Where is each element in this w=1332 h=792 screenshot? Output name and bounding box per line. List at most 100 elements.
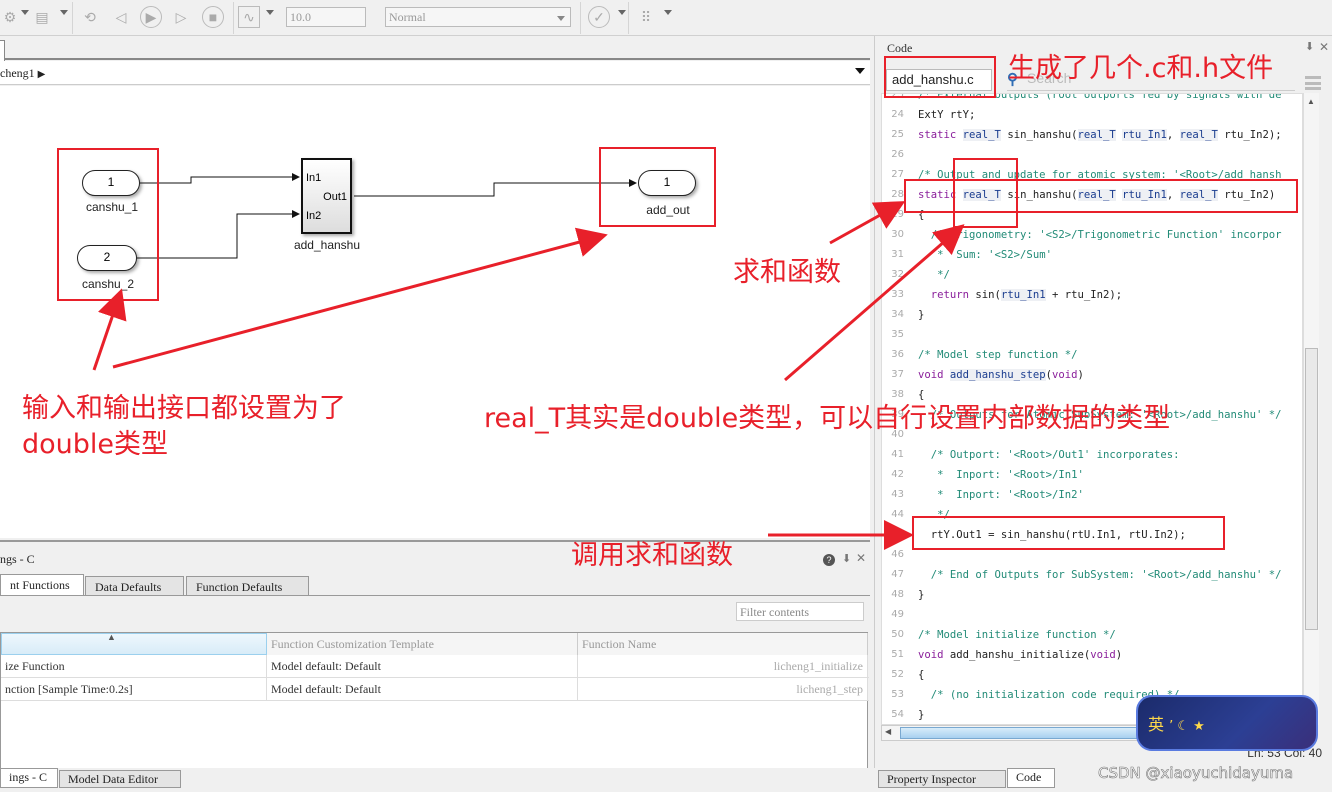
code-line[interactable]: 48} (882, 585, 1302, 605)
step-back-icon[interactable]: ◁ (110, 6, 132, 28)
stop-time-field[interactable]: 10.0 (286, 7, 366, 27)
code-line[interactable]: 52 { (882, 665, 1302, 685)
chevron-down-icon[interactable] (60, 10, 68, 15)
run-icon[interactable]: ▶ (140, 6, 162, 28)
subsystem-port-in2: In2 (306, 210, 322, 222)
sum-function-note: 求和函数 (733, 257, 841, 288)
subsystem-label: add_hanshu (293, 238, 361, 252)
build-icon[interactable]: ⠿ (635, 6, 657, 28)
scope-icon[interactable]: ∿ (238, 6, 260, 28)
table-row[interactable]: nction [Sample Time:0.2s] Model default:… (1, 678, 869, 701)
vertical-scrollbar[interactable]: ▲ (1303, 93, 1319, 725)
code-line[interactable]: 43 * Inport: '<Root>/In2' (882, 485, 1302, 505)
code-line[interactable]: 26 (882, 145, 1302, 165)
help-icon[interactable]: ? (823, 554, 835, 566)
scroll-thumb[interactable] (1305, 348, 1318, 630)
code-line[interactable]: 41 /* Outport: '<Root>/Out1' incorporate… (882, 445, 1302, 465)
column-header-source[interactable]: ▲ (1, 632, 267, 655)
step-forward-icon[interactable]: ▷ (170, 6, 192, 28)
chevron-down-icon[interactable] (855, 68, 865, 74)
cell-source: ize Function (1, 655, 267, 678)
cell-template[interactable]: Model default: Default (267, 678, 578, 701)
column-header-function-name[interactable]: Function Name (578, 633, 868, 655)
subsystem-block[interactable]: In1 Out1 In2 (301, 158, 352, 234)
breadcrumb: cheng1 ▶ (0, 61, 870, 85)
cell-function-name[interactable]: licheng1_step (578, 678, 868, 701)
code-line[interactable]: 30 /* Trigonometry: '<S2>/Trigonometric … (882, 225, 1302, 245)
line-number: 49 (891, 609, 904, 620)
line-number: 46 (891, 549, 904, 560)
stop-icon[interactable]: ■ (202, 6, 224, 28)
code-line[interactable]: 47 /* End of Outputs for SubSystem: '<Ro… (882, 565, 1302, 585)
check-icon[interactable]: ✓ (588, 6, 610, 28)
line-number: 26 (891, 149, 904, 160)
code-line[interactable]: 25 static real_T sin_hanshu(real_T rtu_In… (882, 125, 1302, 145)
table-row[interactable]: ize Function Model default: Default lich… (1, 655, 869, 678)
line-number: 54 (891, 709, 904, 720)
ime-widget[interactable]: 英 ’ ☾ ★ (1136, 695, 1318, 751)
tab-model-data-editor[interactable]: Model Data Editor (59, 770, 181, 788)
code-line[interactable]: 49 (882, 605, 1302, 625)
scroll-thumb[interactable] (900, 727, 1150, 739)
breadcrumb-model[interactable]: cheng1 (0, 66, 35, 80)
line-number: 43 (891, 489, 904, 500)
model-tab[interactable] (0, 40, 5, 62)
tab-function-defaults[interactable]: Function Defaults (186, 576, 309, 596)
chevron-right-icon[interactable]: ▶ (38, 69, 46, 80)
tab-functions[interactable]: nt Functions (0, 574, 84, 596)
code-line[interactable]: 24 ExtY rtY; (882, 105, 1302, 125)
functions-table: ▲ Function Customization Template Functi… (0, 632, 869, 770)
model-tabstrip (0, 36, 870, 62)
code-line[interactable]: 33 return sin(rtu_In1 + rtu_In2); (882, 285, 1302, 305)
code-mappings-panel: ngs - C ? ⬇ ✕ nt Functions Data Defaults… (0, 540, 870, 770)
signal-line-in1 (140, 173, 300, 184)
code-line[interactable]: 42 * Inport: '<Root>/In1' (882, 465, 1302, 485)
close-icon[interactable]: ✕ (856, 551, 866, 565)
simulation-mode-select[interactable]: Normal (385, 7, 571, 27)
column-header-template[interactable]: Function Customization Template (267, 633, 578, 655)
code-text: /* Model step function */ (918, 349, 1078, 361)
line-number: 45 (891, 529, 904, 540)
pin-icon[interactable]: ⬇ (1305, 40, 1314, 53)
pin-icon[interactable]: ⬇ (842, 552, 851, 565)
cell-template[interactable]: Model default: Default (267, 655, 578, 678)
function-call-highlight (912, 516, 1225, 550)
sort-ascending-icon: ▲ (107, 632, 116, 642)
chevron-down-icon[interactable] (618, 10, 626, 15)
code-line[interactable]: 34} (882, 305, 1302, 325)
code-text: } (918, 309, 925, 321)
close-icon[interactable]: ✕ (1319, 40, 1329, 54)
cell-function-name[interactable]: licheng1_initialize (578, 655, 868, 678)
watermark: CSDN @xiaoyuchidayuma (1098, 764, 1294, 783)
code-line[interactable]: 36 /* Model step function */ (882, 345, 1302, 365)
settings-icon[interactable]: ⚙ (0, 6, 20, 28)
chevron-down-icon[interactable] (664, 10, 672, 15)
menu-icon[interactable] (1305, 76, 1321, 90)
filter-input[interactable]: Filter contents (736, 602, 864, 621)
line-number: 42 (891, 469, 904, 480)
code-line[interactable]: 32 */ (882, 265, 1302, 285)
scroll-left-icon[interactable]: ◀ (885, 727, 891, 736)
tab-code-mappings[interactable]: ings - C (0, 768, 58, 788)
tab-property-inspector[interactable]: Property Inspector (878, 770, 1006, 788)
tab-data-defaults[interactable]: Data Defaults (85, 576, 184, 596)
code-line[interactable]: 51 void add_hanshu_initialize(void) (882, 645, 1302, 665)
code-text: { (918, 669, 925, 681)
chevron-down-icon[interactable] (21, 10, 29, 15)
io-note-line1: 输入和输出接口都设置为了 (22, 393, 346, 424)
code-line[interactable]: 37 void add_hanshu_step(void) (882, 365, 1302, 385)
line-number: 37 (891, 369, 904, 380)
code-line[interactable]: 50 /* Model initialize function */ (882, 625, 1302, 645)
code-line[interactable]: 35 (882, 325, 1302, 345)
scroll-up-icon[interactable]: ▲ (1307, 97, 1315, 106)
tab-code[interactable]: Code (1007, 768, 1055, 788)
code-line[interactable]: 31 * Sum: '<S2>/Sum' (882, 245, 1302, 265)
line-number: 44 (891, 509, 904, 520)
line-number: 31 (891, 249, 904, 260)
chevron-down-icon[interactable] (266, 10, 274, 15)
cell-source: nction [Sample Time:0.2s] (1, 678, 267, 701)
line-number: 30 (891, 229, 904, 240)
model-config-icon[interactable]: ▤ (32, 6, 52, 28)
line-number: 34 (891, 309, 904, 320)
step-config-icon[interactable]: ⟲ (78, 6, 102, 28)
